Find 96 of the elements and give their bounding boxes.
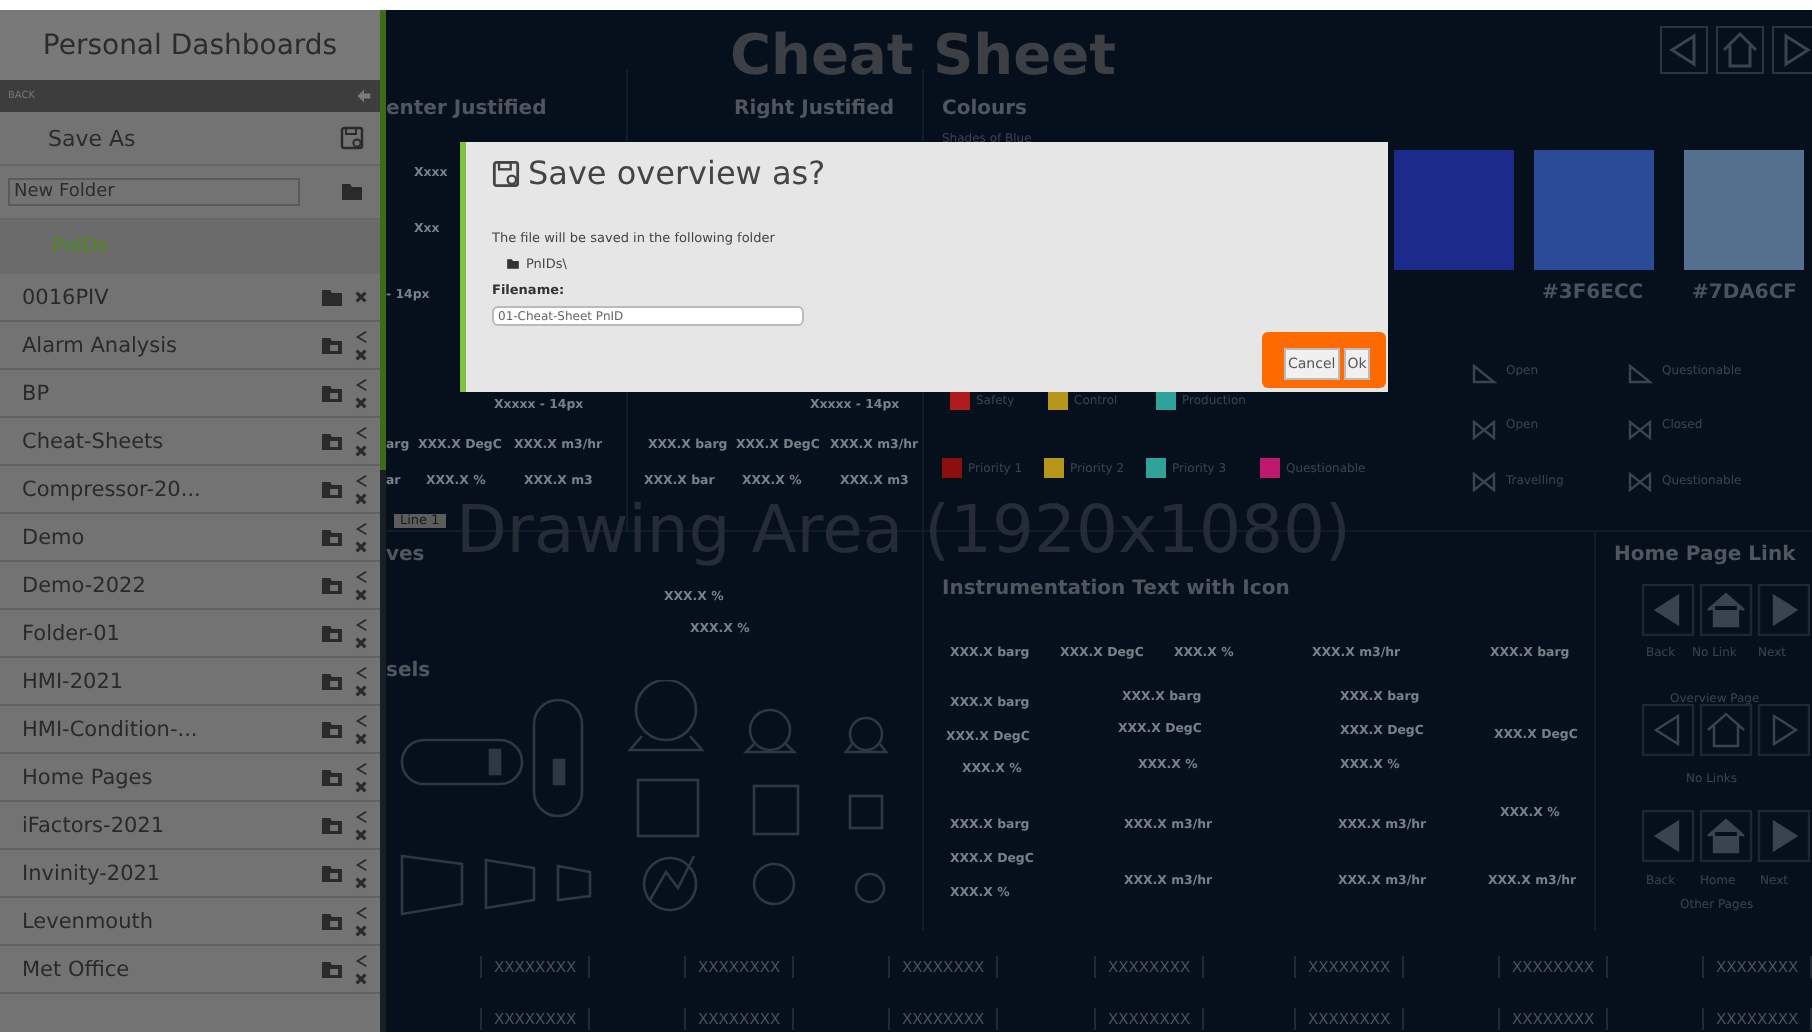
folder-icon[interactable] [320, 813, 344, 837]
share-icon[interactable] [353, 857, 367, 871]
folder-name[interactable]: HMI-2021 [22, 669, 124, 693]
folder-name[interactable]: iFactors-2021 [22, 813, 165, 837]
share-icon[interactable] [353, 905, 367, 919]
folder-name[interactable]: Demo-2022 [22, 573, 146, 597]
share-icon[interactable] [353, 521, 367, 535]
delete-icon[interactable] [353, 683, 367, 697]
folder-icon[interactable] [320, 717, 344, 741]
folder-name[interactable]: BP [22, 381, 50, 405]
share-icon[interactable] [353, 377, 367, 391]
folder-name[interactable]: 0016PIV [22, 285, 109, 309]
delete-icon[interactable] [353, 539, 367, 553]
folder-icon[interactable] [320, 477, 344, 501]
folder-name[interactable]: Demo [22, 525, 85, 549]
folder-icon[interactable] [320, 765, 344, 789]
sidebar-title: Personal Dashboards [0, 10, 380, 80]
delete-icon[interactable] [353, 443, 367, 457]
folder-item[interactable]: 0016PIV [0, 274, 380, 322]
share-icon[interactable] [353, 665, 367, 679]
delete-icon[interactable] [353, 731, 367, 745]
share-icon[interactable] [353, 329, 367, 343]
delete-icon[interactable] [353, 875, 367, 889]
folder-item[interactable]: Met Office [0, 946, 380, 994]
delete-icon[interactable] [353, 923, 367, 937]
folder-icon[interactable] [320, 429, 344, 453]
delete-icon[interactable] [353, 635, 367, 649]
folder-item[interactable]: Demo-2022 [0, 562, 380, 610]
new-folder-icon[interactable] [340, 180, 364, 204]
folder-name[interactable]: Home Pages [22, 765, 153, 789]
delete-icon[interactable] [353, 971, 367, 985]
section-heading: ves [386, 544, 425, 566]
folder-icon[interactable] [320, 333, 344, 357]
share-icon[interactable] [353, 809, 367, 823]
new-folder-field[interactable]: New Folder [8, 178, 300, 206]
triangle-left-icon[interactable] [1660, 26, 1708, 74]
share-icon[interactable] [353, 473, 367, 487]
folder-icon[interactable] [320, 861, 344, 885]
home-icon[interactable] [1716, 26, 1764, 74]
share-icon[interactable] [353, 953, 367, 967]
folder-icon[interactable] [320, 957, 344, 981]
delete-icon[interactable] [353, 491, 367, 505]
folder-name[interactable]: Folder-01 [22, 621, 120, 645]
folder-icon[interactable] [320, 621, 344, 645]
folder-item[interactable]: Levenmouth [0, 898, 380, 946]
folder-name[interactable]: HMI-Condition-... [22, 717, 198, 741]
folder-name[interactable]: Cheat-Sheets [22, 429, 164, 453]
delete-icon[interactable] [353, 395, 367, 409]
folder-item[interactable]: Compressor-20... [0, 466, 380, 514]
folder-item[interactable]: Invinity-2021 [0, 850, 380, 898]
folder-item[interactable]: Cheat-Sheets [0, 418, 380, 466]
share-icon[interactable] [353, 425, 367, 439]
folder-name[interactable]: Compressor-20... [22, 477, 201, 501]
folder-name[interactable]: Met Office [22, 957, 130, 981]
delete-icon[interactable] [353, 290, 367, 304]
delete-icon[interactable] [353, 347, 367, 361]
folder-item[interactable]: Demo [0, 514, 380, 562]
folder-icon[interactable] [320, 909, 344, 933]
folder-item[interactable]: iFactors-2021 [0, 802, 380, 850]
save-icon [492, 159, 520, 187]
folder-icon[interactable] [320, 381, 344, 405]
share-icon[interactable] [353, 569, 367, 583]
section-heading: enter Justified [386, 98, 547, 120]
folder-name[interactable]: Alarm Analysis [22, 333, 177, 357]
folder-icon[interactable] [320, 525, 344, 549]
folder-icon[interactable] [320, 573, 344, 597]
folder-item[interactable]: BP [0, 370, 380, 418]
folder-name[interactable]: Levenmouth [22, 909, 154, 933]
save-as-label[interactable]: Save As [8, 125, 136, 151]
folder-item[interactable]: HMI-Condition-... [0, 706, 380, 754]
triangle-right-icon[interactable] [1772, 26, 1812, 74]
folder-icon [506, 258, 520, 270]
folder-item[interactable]: Alarm Analysis [0, 322, 380, 370]
current-folder: PnIDs [0, 220, 380, 274]
share-icon[interactable] [353, 761, 367, 775]
section-heading: Colours [942, 98, 1028, 120]
folder-icon[interactable] [320, 669, 344, 693]
section-heading: Right Justified [734, 98, 895, 120]
delete-icon[interactable] [353, 827, 367, 841]
section-heading: Home Page Link [1614, 544, 1796, 566]
colour-code: #3F6ECC [1542, 282, 1644, 304]
back-arrow-icon[interactable] [356, 88, 372, 104]
colour-code: #7DA6CF [1692, 282, 1798, 304]
folder-item[interactable]: Home Pages [0, 754, 380, 802]
folder-icon[interactable] [320, 285, 344, 309]
share-icon[interactable] [353, 617, 367, 631]
section-heading: Instrumentation Text with Icon [942, 578, 1290, 600]
folder-name[interactable]: Invinity-2021 [22, 861, 161, 885]
folder-item[interactable]: HMI-2021 [0, 658, 380, 706]
delete-icon[interactable] [353, 779, 367, 793]
dialog-title: Save overview as? [528, 154, 826, 192]
folder-item[interactable]: Folder-01 [0, 610, 380, 658]
delete-icon[interactable] [353, 587, 367, 601]
section-heading: sels [386, 660, 431, 682]
save-icon[interactable] [340, 126, 364, 150]
share-icon[interactable] [353, 713, 367, 727]
